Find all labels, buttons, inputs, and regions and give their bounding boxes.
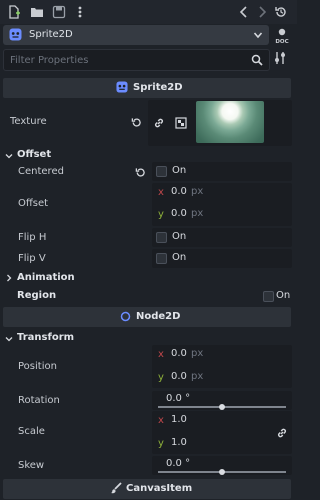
canvasitem-class-header: CanvasItem	[3, 479, 291, 499]
flip-v-field[interactable]: On	[152, 249, 292, 268]
skew-value[interactable]: 0.0 °	[166, 458, 190, 469]
texture-label: Texture	[10, 116, 47, 127]
offset-x-unit: px	[191, 186, 204, 197]
skew-field[interactable]: 0.0 °	[152, 456, 292, 475]
inspector-toolbar	[0, 0, 297, 24]
sprite2d-icon	[9, 28, 22, 41]
chevron-down-icon[interactable]	[5, 335, 13, 343]
region-section-label[interactable]: Region	[17, 290, 56, 301]
svg-text:DOC: DOC	[275, 39, 288, 45]
history-back-icon[interactable]	[236, 4, 252, 20]
new-resource-icon[interactable]	[6, 4, 22, 20]
position-y-value[interactable]: 0.0	[171, 371, 187, 382]
skew-label: Skew	[18, 460, 45, 471]
flip-v-checkbox[interactable]	[156, 253, 167, 264]
scale-x-value[interactable]: 1.0	[171, 414, 187, 425]
y-axis-label: y	[158, 438, 164, 449]
offset-vector-field[interactable]: x 0.0 px y 0.0 px	[152, 183, 292, 226]
centered-label: Centered	[18, 166, 64, 177]
skew-slider-knob[interactable]	[219, 469, 225, 475]
history-icon[interactable]	[273, 4, 289, 20]
position-vector-field[interactable]: x 0.0 px y 0.0 px	[152, 345, 292, 388]
x-axis-label: x	[158, 415, 164, 426]
centered-field[interactable]: On	[152, 162, 292, 181]
sprite2d-class-header: Sprite2D	[3, 78, 291, 98]
class-header-label: CanvasItem	[126, 483, 193, 494]
revert-icon[interactable]	[131, 117, 142, 128]
offset-y-unit: px	[191, 208, 204, 219]
revert-icon[interactable]	[135, 167, 146, 178]
position-y-unit: px	[191, 371, 204, 382]
flip-h-value: On	[172, 231, 187, 242]
position-x-unit: px	[191, 348, 204, 359]
scale-label: Scale	[18, 426, 45, 437]
save-icon[interactable]	[51, 4, 67, 20]
link-icon[interactable]	[153, 117, 165, 129]
node2d-icon	[120, 311, 131, 322]
centered-checkbox[interactable]	[156, 166, 167, 177]
animation-section-label[interactable]: Animation	[17, 272, 75, 283]
rotation-slider-knob[interactable]	[219, 404, 225, 410]
filter-properties-input[interactable]: Filter Properties	[3, 49, 270, 71]
sprite2d-icon	[116, 81, 128, 93]
search-icon	[251, 54, 263, 66]
texture-thumbnail	[196, 101, 264, 143]
position-x-value[interactable]: 0.0	[171, 348, 187, 359]
y-axis-label: y	[158, 372, 164, 383]
transform-section-label[interactable]: Transform	[17, 332, 74, 343]
position-label: Position	[18, 361, 57, 372]
x-axis-label: x	[158, 187, 164, 198]
history-forward-icon[interactable]	[254, 4, 270, 20]
paintbrush-icon	[110, 482, 122, 494]
flip-v-label: Flip V	[18, 253, 46, 264]
y-axis-label: y	[158, 209, 164, 220]
centered-value: On	[172, 165, 187, 176]
help-docs-icon[interactable]: DOC	[272, 26, 292, 46]
chevron-right-icon[interactable]	[5, 274, 13, 282]
open-folder-icon[interactable]	[29, 4, 45, 20]
chevron-down-icon[interactable]	[253, 30, 263, 40]
offset-section-label[interactable]: Offset	[17, 149, 51, 160]
flip-h-label: Flip H	[18, 232, 47, 243]
object-selector[interactable]: Sprite2D	[3, 25, 269, 45]
scale-vector-field[interactable]: x 1.0 y 1.0	[152, 411, 292, 454]
class-header-label: Sprite2D	[133, 82, 183, 93]
filter-options-icon[interactable]	[273, 51, 287, 65]
flip-v-value: On	[172, 252, 187, 263]
checker-preview-icon[interactable]	[175, 117, 187, 129]
region-checkbox[interactable]	[263, 291, 274, 302]
kebab-menu-icon[interactable]	[72, 4, 88, 20]
flip-h-field[interactable]: On	[152, 228, 292, 247]
rotation-field[interactable]: 0.0 °	[152, 391, 292, 410]
link-icon[interactable]	[276, 427, 288, 439]
region-value: On	[276, 290, 291, 301]
chevron-down-icon[interactable]	[5, 152, 13, 160]
rotation-value[interactable]: 0.0 °	[166, 393, 190, 404]
filter-placeholder: Filter Properties	[10, 55, 89, 66]
x-axis-label: x	[158, 349, 164, 360]
offset-y-value[interactable]: 0.0	[171, 208, 187, 219]
class-header-label: Node2D	[136, 311, 181, 322]
offset-label: Offset	[18, 198, 49, 209]
scale-y-value[interactable]: 1.0	[171, 437, 187, 448]
node2d-class-header: Node2D	[3, 307, 291, 327]
object-name: Sprite2D	[29, 29, 73, 40]
offset-x-value[interactable]: 0.0	[171, 186, 187, 197]
rotation-label: Rotation	[18, 395, 60, 406]
flip-h-checkbox[interactable]	[156, 232, 167, 243]
